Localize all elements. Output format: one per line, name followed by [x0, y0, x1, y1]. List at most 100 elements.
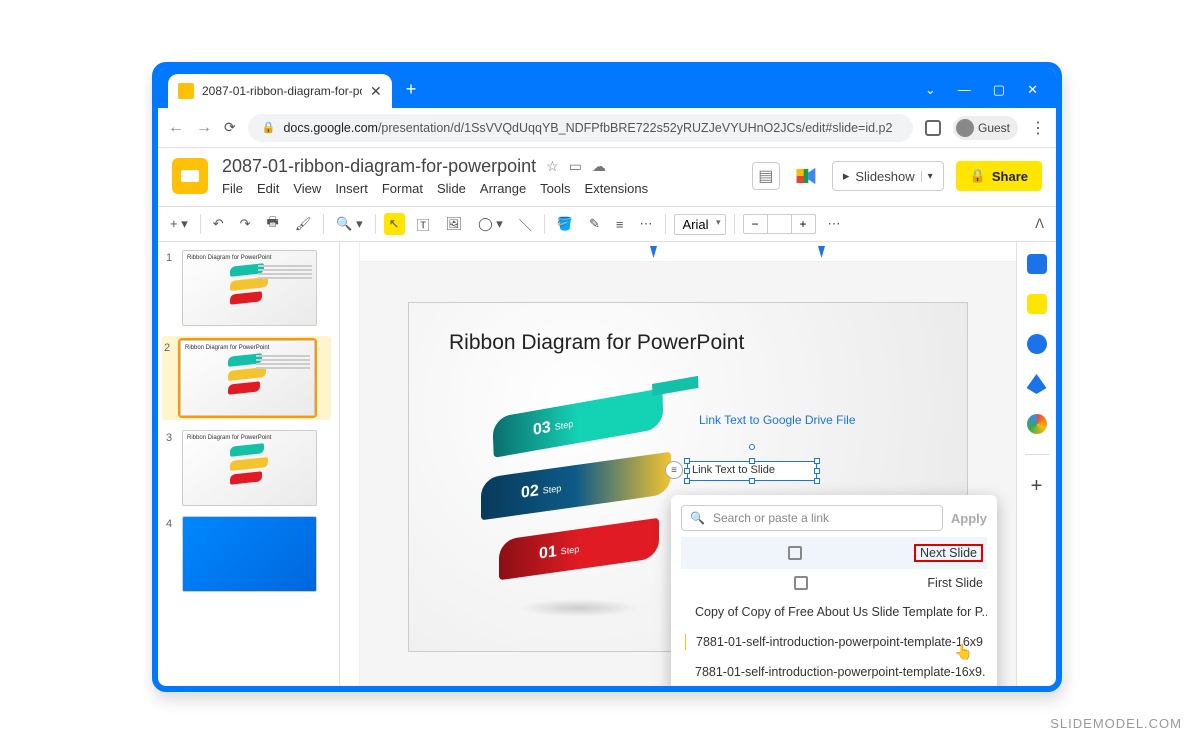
slide-icon [788, 546, 802, 560]
contacts-icon[interactable] [1027, 374, 1047, 394]
font-size-decrease[interactable]: − [744, 215, 768, 233]
paint-format-icon[interactable]: 🖌 [291, 212, 316, 236]
menu-edit[interactable]: Edit [257, 181, 279, 196]
font-size-increase[interactable]: + [792, 215, 815, 233]
content-area: 1 Ribbon Diagram for PowerPoint 2 Ribbon… [158, 242, 1056, 692]
thumb-title: Ribbon Diagram for PowerPoint [187, 435, 312, 441]
tasks-icon[interactable] [1027, 334, 1047, 354]
new-slide-button[interactable]: + ▾ [166, 212, 192, 236]
window-maximize-icon[interactable]: ▢ [993, 82, 1005, 98]
browser-menu-icon[interactable]: ⋮ [1030, 118, 1046, 138]
browser-tab[interactable]: 2087-01-ribbon-diagram-for-po ✕ [168, 74, 392, 108]
ribbon-step-1[interactable]: 01 Step [499, 518, 659, 580]
thumbnail-slide-3[interactable]: Ribbon Diagram for PowerPoint [182, 430, 317, 506]
font-size-stepper[interactable]: − + [743, 214, 816, 234]
favicon-slides-icon [178, 83, 194, 99]
print-icon[interactable]: 🖶 [263, 209, 283, 239]
rotate-handle[interactable] [749, 444, 755, 450]
profile-label: Guest [978, 121, 1010, 135]
textbox-icon[interactable]: 🅃 [413, 211, 434, 238]
thumb-number: 4 [166, 518, 176, 592]
link-text-drive[interactable]: Link Text to Google Drive File [699, 413, 856, 427]
border-weight-icon[interactable]: ≡ [612, 213, 628, 236]
fill-color-icon[interactable]: 🪣 [553, 212, 577, 236]
link-text-slide: Link Text to Slide [692, 464, 775, 476]
add-on-button[interactable]: + [1031, 475, 1043, 498]
menu-extensions[interactable]: Extensions [585, 181, 649, 196]
profile-chip[interactable]: Guest [953, 116, 1018, 140]
document-title[interactable]: 2087-01-ribbon-diagram-for-powerpoint [222, 156, 536, 177]
lock-icon: 🔒 [262, 121, 276, 134]
font-selector[interactable]: Arial [674, 214, 726, 235]
comments-icon[interactable]: ▤ [752, 162, 780, 190]
nav-forward-icon[interactable]: → [196, 119, 212, 137]
play-icon: ▸ [843, 168, 850, 184]
slide-canvas[interactable]: Ribbon Diagram for PowerPoint 03 Step 02… [408, 302, 968, 652]
border-dash-icon[interactable]: ⋯ [636, 212, 657, 236]
menu-slide[interactable]: Slide [437, 181, 466, 196]
step2-number: 02 [521, 482, 539, 503]
browser-window: 2087-01-ribbon-diagram-for-po ✕ + ⌄ — ▢ … [152, 62, 1062, 692]
window-dash-icon[interactable]: — [958, 82, 971, 98]
maps-icon[interactable] [1027, 414, 1047, 434]
drag-handle-icon[interactable]: ≡ [665, 461, 683, 479]
meet-icon[interactable] [792, 162, 820, 190]
undo-icon[interactable]: ↶ [209, 212, 228, 236]
shape-icon[interactable]: ◯ ▾ [474, 212, 507, 236]
ribbon-diagram[interactable]: 03 Step 02 Step 01 Step [469, 403, 669, 623]
menu-file[interactable]: File [222, 181, 243, 196]
line-icon[interactable]: ＼ [515, 211, 536, 238]
link-option-presentation-3[interactable]: 7881-01-self-introduction-powerpoint-tem… [681, 657, 987, 687]
url-input[interactable]: 🔒 docs.google.com/presentation/d/1SsVVQd… [248, 114, 913, 142]
thumb-number: 3 [166, 432, 176, 506]
selected-textbox[interactable]: Link Text to Slide [687, 461, 817, 481]
move-icon[interactable]: ▭ [569, 158, 582, 175]
font-size-value[interactable] [768, 215, 792, 233]
redo-icon[interactable]: ↷ [236, 212, 255, 236]
more-tools-icon[interactable]: ⋯ [824, 212, 845, 236]
ribbon-step-3[interactable]: 03 Step [492, 388, 663, 458]
slideshow-button[interactable]: ▸ Slideshow ▾ [832, 161, 944, 191]
star-icon[interactable]: ☆ [546, 158, 559, 175]
menu-view[interactable]: View [293, 181, 321, 196]
nav-back-icon[interactable]: ← [168, 119, 184, 137]
thumb-title: Ribbon Diagram for PowerPoint [187, 255, 312, 261]
thumbnail-slide-2[interactable]: Ribbon Diagram for PowerPoint [180, 340, 315, 416]
zoom-icon[interactable]: 🔍 ▾ [332, 212, 366, 236]
thumbnail-slide-4[interactable] [182, 516, 317, 592]
keep-icon[interactable] [1027, 294, 1047, 314]
link-search-input[interactable]: 🔍 Search or paste a link [681, 505, 943, 531]
menu-format[interactable]: Format [382, 181, 423, 196]
url-host: docs.google.com [283, 121, 378, 135]
calendar-icon[interactable] [1027, 254, 1047, 274]
window-minimize-icon[interactable]: ⌄ [925, 82, 936, 98]
slides-app-icon[interactable] [172, 158, 208, 194]
slide-title[interactable]: Ribbon Diagram for PowerPoint [449, 331, 744, 355]
ribbon-step-2[interactable]: 02 Step [481, 452, 671, 521]
link-option-next-slide[interactable]: Next Slide [681, 537, 987, 569]
link-option-presentation-2[interactable]: 7881-01-self-introduction-powerpoint-tem… [681, 627, 987, 657]
menu-insert[interactable]: Insert [335, 181, 368, 196]
menu-tools[interactable]: Tools [540, 181, 570, 196]
border-color-icon[interactable]: ✎ [585, 212, 604, 236]
link-item-label: 7881-01-self-introduction-powerpoint-tem… [696, 635, 983, 649]
new-tab-button[interactable]: + [406, 79, 417, 100]
extensions-icon[interactable] [925, 120, 941, 136]
apply-button[interactable]: Apply [951, 511, 987, 526]
thumbnail-slide-1[interactable]: Ribbon Diagram for PowerPoint [182, 250, 317, 326]
reload-icon[interactable]: ⟳ [224, 119, 236, 136]
link-option-presentation-1[interactable]: Copy of Copy of Free About Us Slide Temp… [681, 597, 987, 627]
cloud-status-icon[interactable]: ☁ [592, 158, 606, 175]
link-option-first-slide[interactable]: First Slide [681, 569, 987, 597]
image-icon[interactable]: 🖼 [442, 212, 467, 236]
hide-menus-icon[interactable]: ᐱ [1031, 212, 1048, 236]
slideshow-label: Slideshow [855, 169, 914, 184]
share-button[interactable]: 🔒 Share [956, 161, 1042, 191]
slideshow-dropdown-icon[interactable]: ▾ [921, 171, 933, 182]
slide-canvas-bg[interactable]: Ribbon Diagram for PowerPoint 03 Step 02… [360, 262, 1016, 692]
menu-arrange[interactable]: Arrange [480, 181, 526, 196]
window-close-icon[interactable]: ✕ [1027, 82, 1038, 98]
select-tool-icon[interactable]: ↖ [384, 213, 405, 235]
step1-number: 01 [539, 543, 557, 564]
tab-close-icon[interactable]: ✕ [370, 83, 382, 100]
